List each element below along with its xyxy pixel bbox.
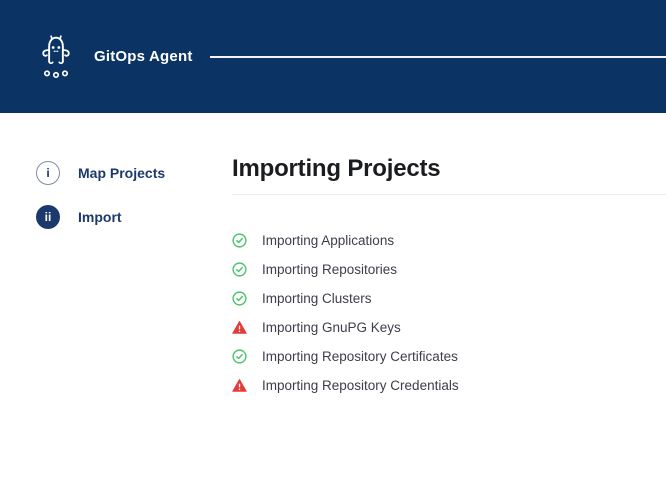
import-status-label: Importing Repository Certificates: [262, 349, 458, 364]
import-status-label: Importing Repositories: [262, 262, 397, 277]
step-label: Map Projects: [78, 165, 165, 181]
header-divider-line: [210, 56, 666, 58]
check-circle-icon: [232, 349, 247, 364]
import-status-label: Importing Clusters: [262, 291, 372, 306]
check-circle-icon: [232, 262, 247, 277]
import-status-item: Importing Repositories: [232, 255, 666, 284]
argo-squid-icon: [37, 33, 75, 80]
check-circle-icon: [232, 233, 247, 248]
import-status-label: Importing Repository Credentials: [262, 378, 459, 393]
import-status-item: Importing GnuPG Keys: [232, 313, 666, 342]
import-status-label: Importing GnuPG Keys: [262, 320, 401, 335]
import-status-item: Importing Applications: [232, 226, 666, 255]
warning-triangle-icon: [232, 320, 247, 335]
top-header: GitOps Agent: [0, 0, 666, 113]
step-map-projects[interactable]: i Map Projects: [36, 161, 232, 185]
check-circle-icon: [232, 291, 247, 306]
step-number-badge: i: [36, 161, 60, 185]
step-number-badge: ii: [36, 205, 60, 229]
import-status-item: Importing Repository Certificates: [232, 342, 666, 371]
wizard-stepper: i Map Projects ii Import: [0, 113, 232, 400]
import-status-item: Importing Repository Credentials: [232, 371, 666, 400]
main-panel: Importing Projects Importing Application…: [232, 113, 666, 400]
title-divider: [232, 194, 666, 195]
app-title: GitOps Agent: [94, 48, 193, 65]
warning-triangle-icon: [232, 378, 247, 393]
step-label: Import: [78, 209, 122, 225]
import-status-label: Importing Applications: [262, 233, 394, 248]
content-area: i Map Projects ii Import Importing Proje…: [0, 113, 666, 400]
page-title: Importing Projects: [232, 156, 666, 182]
import-status-item: Importing Clusters: [232, 284, 666, 313]
import-status-list: Importing Applications Importing Reposit…: [232, 226, 666, 400]
step-import[interactable]: ii Import: [36, 205, 232, 229]
